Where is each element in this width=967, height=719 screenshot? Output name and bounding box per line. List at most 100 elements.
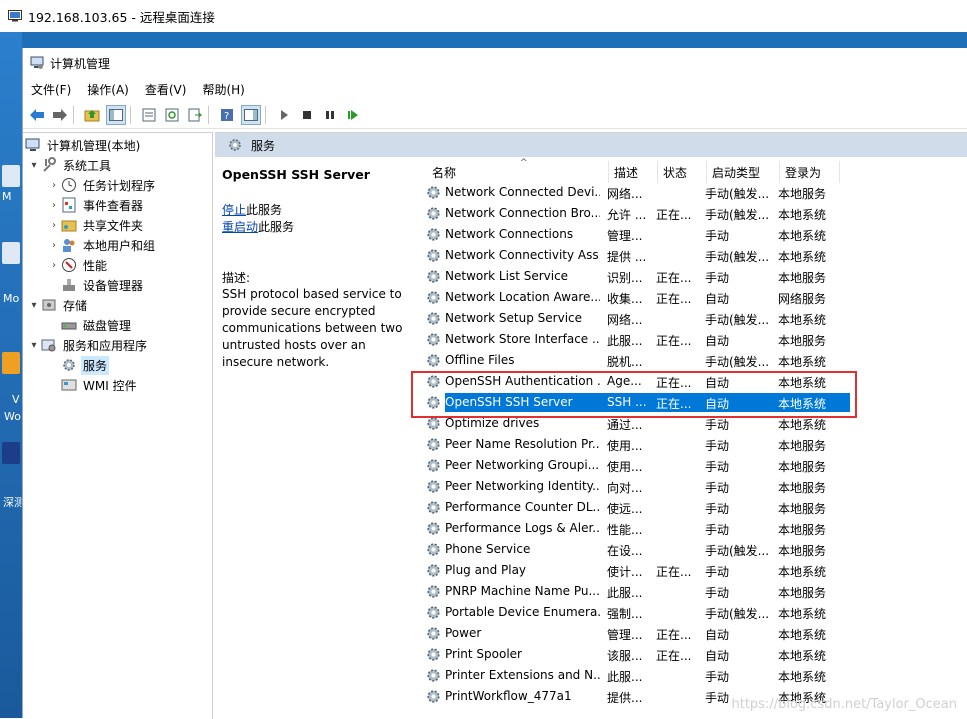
service-name: Printer Extensions and N... xyxy=(445,668,600,682)
service-startup-type: 手动(触发... xyxy=(705,355,770,369)
service-row[interactable]: Plug and Play 使计... 正在... 手动 本地系统 xyxy=(425,560,845,581)
service-row[interactable]: Network Location Aware... 收集... 正在... 自动 网络服… xyxy=(425,287,845,308)
service-name: Portable Device Enumera... xyxy=(445,605,600,619)
tree-item-services-and-applications[interactable]: ▾ 服务和应用程序 xyxy=(27,335,149,355)
restart-service-link[interactable]: 重启动 xyxy=(222,220,258,234)
properties-icon[interactable] xyxy=(140,106,158,124)
service-row[interactable]: Network Setup Service 网络... 手动(触发... 本地系统 xyxy=(425,308,845,329)
service-row[interactable]: Network Store Interface ... 此服... 正在... 自动 本… xyxy=(425,329,845,350)
column-header-description[interactable]: 描述 xyxy=(609,161,658,183)
service-row[interactable]: PNRP Machine Name Pu... 此服... 手动 本地服务 xyxy=(425,581,845,602)
service-logon-as: 本地服务 xyxy=(778,187,827,201)
refresh-icon[interactable] xyxy=(163,106,181,124)
menu-help[interactable]: 帮助(H) xyxy=(194,81,252,98)
service-description: 向对... xyxy=(607,481,643,495)
service-startup-type: 手动(触发... xyxy=(705,607,770,621)
tree-item-shared-folders[interactable]: › 共享文件夹 xyxy=(47,215,145,235)
tools-icon xyxy=(41,157,57,173)
stop-service-link[interactable]: 停止 xyxy=(222,203,246,217)
column-header-name[interactable]: 名称 ^ xyxy=(427,158,609,183)
tree-item-system-tools[interactable]: ▾ 系统工具 xyxy=(27,155,113,175)
service-logon-as: 本地服务 xyxy=(778,460,827,474)
service-gear-icon xyxy=(425,247,442,264)
column-header-logon-as[interactable]: 登录为 xyxy=(780,161,840,183)
tree-item-task-scheduler[interactable]: › 任务计划程序 xyxy=(47,175,157,195)
service-row[interactable]: Network List Service 识别... 正在... 手动 本地服务 xyxy=(425,266,845,287)
desktop-shortcut-icon[interactable] xyxy=(2,442,20,464)
chevron-right-icon[interactable]: › xyxy=(47,200,61,211)
tree-item-performance[interactable]: › 性能 xyxy=(47,255,109,275)
toolbar-separator xyxy=(130,106,131,124)
chevron-down-icon[interactable]: ▾ xyxy=(27,340,41,351)
service-status: 正在... xyxy=(656,208,692,222)
service-row[interactable]: Portable Device Enumera... 强制... 手动(触发... 本… xyxy=(425,602,845,623)
tree-item-wmi-control[interactable]: WMI 控件 xyxy=(47,375,139,395)
service-row[interactable]: Power 管理... 正在... 自动 本地系统 xyxy=(425,623,845,644)
restart-icon[interactable] xyxy=(344,106,362,124)
service-gear-icon xyxy=(425,646,442,663)
service-row[interactable]: Network Connectivity Ass... 提供 ... 手动(触发..… xyxy=(425,245,845,266)
service-gear-icon xyxy=(425,541,442,558)
tree-item-computer-management[interactable]: 计算机管理(本地) xyxy=(25,135,142,155)
service-row[interactable]: Peer Networking Identity... 向对... 手动 本地服务 xyxy=(425,476,845,497)
stop-service-line: 停止此服务 xyxy=(222,201,282,218)
tree-item-local-users-groups[interactable]: › 本地用户和组 xyxy=(47,235,157,255)
tree-item-event-viewer[interactable]: › 事件查看器 xyxy=(47,195,145,215)
menu-action[interactable]: 操作(A) xyxy=(79,81,137,98)
tree-item-storage[interactable]: ▾ 存储 xyxy=(27,295,89,315)
desktop-shortcut-label: Mo xyxy=(3,292,20,305)
service-row[interactable]: Peer Name Resolution Pr... 使用... 手动 本地服务 xyxy=(425,434,845,455)
desktop-shortcut-icon[interactable] xyxy=(2,165,20,187)
tree-item-disk-management[interactable]: 磁盘管理 xyxy=(47,315,133,335)
service-row[interactable]: Performance Logs & Aler... 性能... 手动 本地服务 xyxy=(425,518,845,539)
desktop-shortcut-icon[interactable] xyxy=(2,352,20,374)
help-icon[interactable]: ? xyxy=(218,106,236,124)
desktop-shortcut-icon[interactable] xyxy=(2,242,20,264)
service-logon-as: 本地系统 xyxy=(778,208,827,222)
menu-view[interactable]: 查看(V) xyxy=(137,81,195,98)
pause-icon[interactable] xyxy=(321,106,339,124)
menu-file[interactable]: 文件(F) xyxy=(23,81,79,98)
service-row[interactable]: Phone Service 在设... 手动(触发... 本地服务 xyxy=(425,539,845,560)
show-hide-action-pane-icon[interactable] xyxy=(241,105,261,125)
service-logon-as: 网络服务 xyxy=(778,292,827,306)
column-header-startup-type[interactable]: 启动类型 xyxy=(707,161,780,183)
chevron-right-icon[interactable]: › xyxy=(47,260,61,271)
service-name: Network Connection Bro... xyxy=(445,206,600,220)
forward-icon[interactable] xyxy=(51,106,69,124)
column-header-status[interactable]: 状态 xyxy=(658,161,707,183)
chevron-right-icon[interactable]: › xyxy=(47,240,61,251)
service-row[interactable]: Network Connection Bro... 允许 ... 正在... 手动(触… xyxy=(425,203,845,224)
service-row[interactable]: Offline Files 脱机... 手动(触发... 本地系统 xyxy=(425,350,845,371)
service-row[interactable]: Printer Extensions and N... 此服... 手动 本地系统 xyxy=(425,665,845,686)
up-folder-icon[interactable] xyxy=(83,106,101,124)
service-row[interactable]: Print Spooler 该服... 正在... 自动 本地系统 xyxy=(425,644,845,665)
service-row[interactable]: Peer Networking Groupi... 使用... 手动 本地服务 xyxy=(425,455,845,476)
service-description: 允许 ... xyxy=(607,208,647,222)
play-icon[interactable] xyxy=(275,106,293,124)
show-hide-tree-icon[interactable] xyxy=(106,105,126,125)
service-startup-type: 自动 xyxy=(705,649,730,663)
chevron-right-icon[interactable]: › xyxy=(47,220,61,231)
rdp-window-title: 192.168.103.65 - 远程桌面连接 xyxy=(28,9,215,25)
computer-management-icon xyxy=(30,56,44,69)
service-row[interactable]: Network Connected Devi... 网络... 手动(触发... 本地… xyxy=(425,182,845,203)
service-logon-as: 本地系统 xyxy=(778,607,827,621)
chevron-down-icon[interactable]: ▾ xyxy=(27,160,41,171)
chevron-right-icon[interactable]: › xyxy=(47,180,61,191)
tree-item-device-manager[interactable]: 设备管理器 xyxy=(47,275,145,295)
services-header-title: 服务 xyxy=(251,138,276,153)
export-list-icon[interactable] xyxy=(186,106,204,124)
service-row[interactable]: Performance Counter DL... 使远... 手动 本地服务 xyxy=(425,497,845,518)
service-logon-as: 本地服务 xyxy=(778,334,827,348)
service-row[interactable]: Network Connections 管理... 手动 本地系统 xyxy=(425,224,845,245)
back-icon[interactable] xyxy=(28,106,46,124)
service-startup-type: 手动(触发... xyxy=(705,544,770,558)
desktop-shortcut-label: Wo xyxy=(4,410,21,423)
chevron-down-icon[interactable]: ▾ xyxy=(27,300,41,311)
service-gear-icon xyxy=(425,268,442,285)
tree-item-services[interactable]: 服务 xyxy=(47,355,110,375)
service-name: PNRP Machine Name Pu... xyxy=(445,584,600,598)
stop-icon[interactable] xyxy=(298,106,316,124)
service-description: 识别... xyxy=(607,271,643,285)
